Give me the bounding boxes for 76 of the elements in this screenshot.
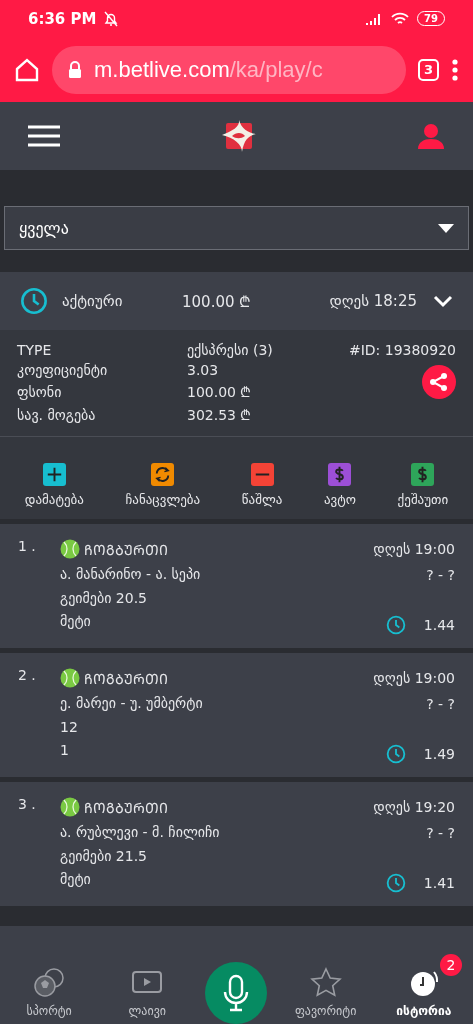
market-name: 12 bbox=[60, 718, 79, 737]
sport-name: ᲩᲝᲒᲑᲣᲠᲗᲘ bbox=[84, 669, 168, 688]
star-icon bbox=[308, 966, 343, 1000]
url-text: m.betlive.com/ka/play/c bbox=[94, 56, 323, 83]
clock-icon bbox=[20, 287, 48, 315]
tennis-ball-icon bbox=[60, 797, 80, 818]
pick-name: 1 bbox=[60, 742, 70, 761]
score: ? - ? bbox=[426, 824, 455, 843]
pick-name: მეტი bbox=[60, 613, 92, 632]
nav-tab[interactable]: ისტორია 2 bbox=[383, 956, 464, 1018]
odds-value: 1.44 bbox=[423, 616, 455, 633]
event-time: დღეს 19:20 bbox=[373, 798, 455, 818]
detail-label: კოეფიციენტი bbox=[17, 362, 109, 378]
chevron-icon[interactable] bbox=[433, 294, 453, 308]
user-icon[interactable] bbox=[417, 123, 445, 149]
nav-tab[interactable]: ფავორიტი bbox=[285, 956, 366, 1018]
detail-label: ფსონი bbox=[17, 383, 63, 400]
clock-icon bbox=[385, 872, 406, 893]
action-button[interactable]: წაშლა bbox=[241, 463, 283, 507]
bet-time: დღეს 18:25 bbox=[329, 292, 417, 310]
tennis-ball-icon bbox=[60, 539, 80, 560]
plus-icon bbox=[42, 463, 66, 486]
bet-id: #ID: 19380920 bbox=[348, 342, 456, 358]
match-name: ა. რუბლევი - მ. ჩილიჩი bbox=[60, 823, 221, 842]
sport-name: ᲩᲝᲒᲑᲣᲠᲗᲘ bbox=[84, 540, 168, 559]
detail-value: 3.03 bbox=[187, 362, 220, 378]
sport-name: ᲩᲝᲒᲑᲣᲠᲗᲘ bbox=[84, 798, 168, 817]
more-icon[interactable] bbox=[451, 57, 459, 82]
odds-value: 1.41 bbox=[423, 874, 455, 891]
event-time: დღეს 19:00 bbox=[373, 540, 455, 560]
refresh-icon bbox=[151, 463, 175, 486]
detail-label: სავ. მოგება bbox=[17, 406, 97, 423]
market-name: გეიმები 20.5 bbox=[60, 589, 149, 608]
score: ? - ? bbox=[426, 566, 455, 585]
clock-icon bbox=[385, 614, 406, 635]
clock-icon bbox=[385, 743, 406, 764]
caret-icon bbox=[438, 223, 454, 233]
event-time: დღეს 19:00 bbox=[373, 669, 455, 689]
bet-amount: 100.00 ₾ bbox=[182, 292, 253, 311]
match-name: ა. მანარინო - ა. სეპი bbox=[60, 565, 202, 584]
notification-badge: 2 bbox=[439, 954, 462, 976]
detail-label: TYPE bbox=[17, 342, 53, 358]
selection-number: 2 . bbox=[18, 667, 37, 685]
clock-time: 6:36 PM bbox=[28, 9, 97, 28]
lock-icon bbox=[68, 60, 82, 79]
balls-icon bbox=[32, 966, 67, 1000]
score: ? - ? bbox=[426, 695, 455, 714]
wifi-icon bbox=[391, 11, 410, 26]
odds-value: 1.49 bbox=[423, 745, 455, 762]
share-button[interactable] bbox=[422, 364, 456, 399]
minus-icon bbox=[250, 463, 274, 486]
action-button[interactable]: ჩანაცვლება bbox=[125, 463, 201, 507]
nav-tab[interactable]: სპორტი bbox=[9, 956, 90, 1018]
action-button[interactable]: დამატება bbox=[24, 463, 84, 507]
tab-count-button[interactable]: 3 bbox=[418, 58, 439, 81]
action-button[interactable]: ქეშაუთი bbox=[397, 463, 449, 507]
filter-dropdown[interactable]: ყველა bbox=[4, 206, 469, 250]
market-name: გეიმები 21.5 bbox=[60, 847, 149, 866]
home-icon[interactable] bbox=[14, 56, 40, 83]
menu-icon[interactable] bbox=[28, 125, 60, 147]
selection-number: 1 . bbox=[18, 538, 37, 556]
detail-value: ექსპრესი (3) bbox=[187, 342, 274, 358]
bell-off-icon bbox=[104, 10, 119, 27]
nav-tab[interactable]: ლაივი bbox=[107, 956, 188, 1018]
selection-number: 3 . bbox=[18, 796, 37, 814]
detail-value: 302.53 ₾ bbox=[187, 406, 253, 424]
detail-value: 100.00 ₾ bbox=[187, 383, 253, 401]
action-button[interactable]: ავტო bbox=[323, 463, 356, 507]
dollar-icon bbox=[328, 463, 352, 486]
bet-status: აქტიური bbox=[62, 292, 124, 310]
share-icon bbox=[429, 371, 449, 392]
dollar-icon bbox=[411, 463, 435, 486]
tennis-ball-icon bbox=[60, 668, 80, 689]
pick-name: მეტი bbox=[60, 871, 92, 890]
match-name: ე. მარეი - უ. უმბერტი bbox=[60, 694, 204, 713]
bet-header[interactable]: აქტიური 100.00 ₾ დღეს 18:25 bbox=[0, 272, 473, 330]
